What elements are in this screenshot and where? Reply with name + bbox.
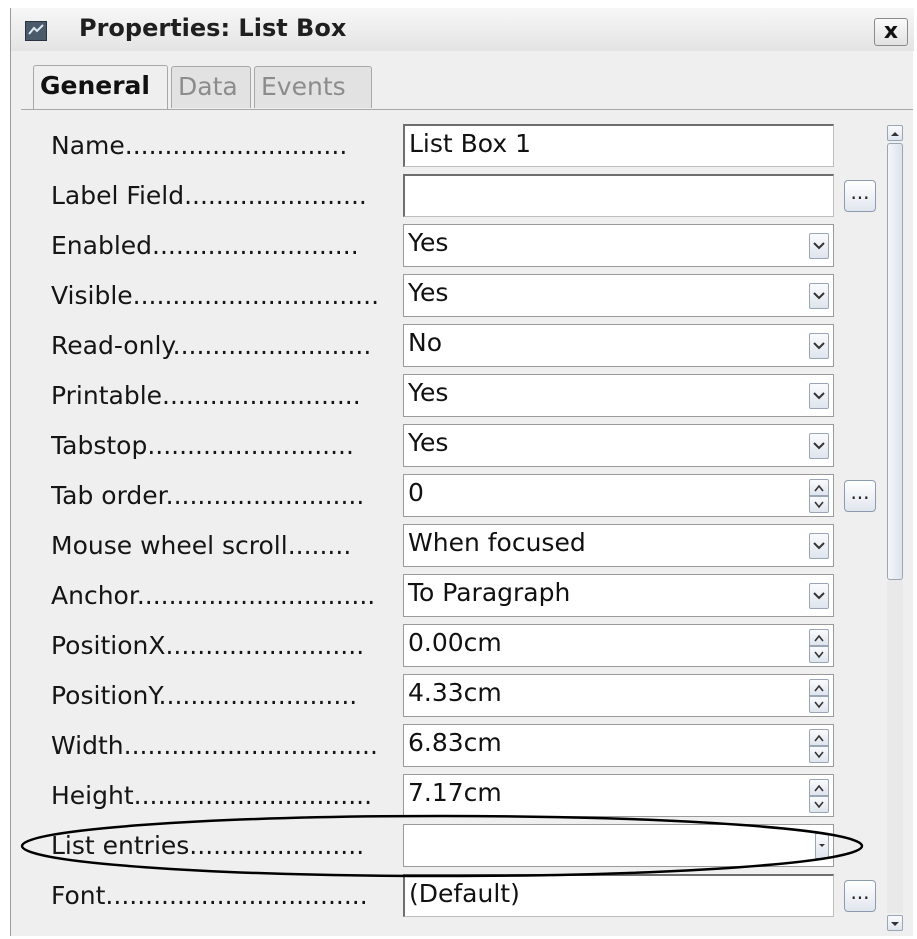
scroll-track[interactable]	[887, 143, 903, 913]
tab-order-field[interactable]: 0	[403, 474, 834, 517]
label-positionx: PositionX.........................	[51, 631, 365, 660]
properties-dialog: Properties: List Box x General Data Events…	[10, 8, 914, 936]
label-tab-order: Tab order.........................	[51, 481, 365, 510]
printable-field[interactable]: Yes	[403, 374, 834, 417]
positiony-value: 4.33cm	[408, 678, 502, 707]
font-field[interactable]: (Default)	[403, 874, 834, 917]
label-font: Font.................................	[51, 881, 368, 910]
spin-down-icon[interactable]	[809, 796, 829, 813]
chevron-down-icon[interactable]	[809, 383, 829, 409]
height-value: 7.17cm	[408, 778, 502, 807]
enabled-value: Yes	[408, 228, 449, 257]
spin-down-icon[interactable]	[809, 746, 829, 763]
tab-events[interactable]: Events	[254, 66, 372, 108]
anchor-field[interactable]: To Paragraph	[403, 574, 834, 617]
positiony-field[interactable]: 4.33cm	[403, 674, 834, 717]
chevron-down-icon[interactable]	[809, 533, 829, 559]
label-field-ellipsis-button[interactable]: ...	[844, 180, 876, 212]
chevron-down-icon[interactable]	[809, 233, 829, 259]
mouse-wheel-scroll-field[interactable]: When focused	[403, 524, 834, 567]
label-height: Height..............................	[51, 781, 373, 810]
visible-value: Yes	[408, 278, 449, 307]
chevron-down-icon[interactable]	[815, 833, 829, 859]
printable-value: Yes	[408, 378, 449, 407]
enabled-field[interactable]: Yes	[403, 224, 834, 267]
scroll-thumb[interactable]	[887, 143, 903, 580]
label-positiony: PositionY.........................	[51, 681, 358, 710]
tab-data[interactable]: Data	[171, 66, 251, 108]
height-field[interactable]: 7.17cm	[403, 774, 834, 817]
title-bar[interactable]: Properties: List Box x	[11, 8, 914, 51]
font-value: (Default)	[409, 879, 520, 908]
label-read-only: Read-only.........................	[51, 331, 372, 360]
label-field-field[interactable]	[403, 174, 834, 217]
read-only-field[interactable]: No	[403, 324, 834, 367]
spin-up-icon[interactable]	[809, 779, 829, 796]
spin-down-icon[interactable]	[809, 496, 829, 513]
tabstop-field[interactable]: Yes	[403, 424, 834, 467]
spin-up-icon[interactable]	[809, 729, 829, 746]
label-anchor: Anchor..............................	[51, 581, 376, 610]
label-printable: Printable.........................	[51, 381, 361, 410]
positionx-field[interactable]: 0.00cm	[403, 624, 834, 667]
scroll-up-icon[interactable]	[887, 125, 903, 141]
name-value: List Box 1	[409, 129, 531, 158]
mouse-wheel-scroll-value: When focused	[408, 528, 586, 557]
properties-panel: Name............................ List Box…	[21, 109, 913, 935]
tab-general[interactable]: General	[33, 65, 168, 109]
label-visible: Visible...............................	[51, 281, 380, 310]
vertical-scrollbar[interactable]	[887, 125, 903, 935]
spin-up-icon[interactable]	[809, 629, 829, 646]
form-properties-icon	[25, 21, 47, 41]
spin-down-icon[interactable]	[809, 646, 829, 663]
label-label-field: Label Field.......................	[51, 181, 367, 210]
name-field[interactable]: List Box 1	[403, 124, 834, 167]
spin-up-icon[interactable]	[809, 479, 829, 496]
close-button[interactable]: x	[874, 18, 908, 46]
window-title: Properties: List Box	[79, 14, 347, 42]
spin-up-icon[interactable]	[809, 679, 829, 696]
visible-field[interactable]: Yes	[403, 274, 834, 317]
chevron-down-icon[interactable]	[809, 283, 829, 309]
label-name: Name............................	[51, 131, 348, 160]
label-list-entries: List entries......................	[51, 831, 365, 860]
list-entries-field[interactable]	[403, 824, 834, 867]
label-width: Width................................	[51, 731, 378, 760]
spin-down-icon[interactable]	[809, 696, 829, 713]
scroll-down-icon[interactable]	[887, 915, 903, 931]
read-only-value: No	[408, 328, 442, 357]
chevron-down-icon[interactable]	[809, 583, 829, 609]
tab-order-ellipsis-button[interactable]: ...	[844, 480, 876, 512]
positionx-value: 0.00cm	[408, 628, 502, 657]
tabstop-value: Yes	[408, 428, 449, 457]
label-mouse-wheel-scroll: Mouse wheel scroll........	[51, 531, 352, 560]
width-field[interactable]: 6.83cm	[403, 724, 834, 767]
label-enabled: Enabled..........................	[51, 231, 359, 260]
chevron-down-icon[interactable]	[809, 333, 829, 359]
label-tabstop: Tabstop..........................	[51, 431, 354, 460]
chevron-down-icon[interactable]	[809, 433, 829, 459]
width-value: 6.83cm	[408, 728, 502, 757]
anchor-value: To Paragraph	[408, 578, 571, 607]
tab-order-value: 0	[408, 478, 424, 507]
font-ellipsis-button[interactable]: ...	[844, 880, 876, 912]
